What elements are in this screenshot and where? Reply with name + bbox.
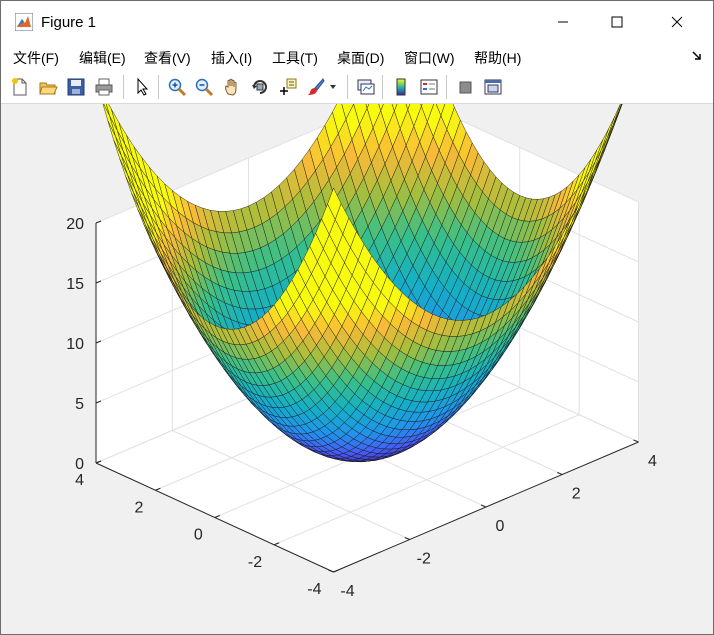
close-button[interactable] — [654, 1, 700, 43]
x-tick-label: 4 — [648, 453, 657, 470]
z-tick-label: 10 — [66, 336, 84, 353]
maximize-button[interactable] — [594, 1, 640, 43]
legend-icon — [420, 79, 438, 95]
z-tick-label: 15 — [66, 276, 84, 293]
show-plot-tools-button[interactable] — [482, 76, 504, 98]
open-file-button[interactable] — [37, 76, 59, 98]
edit-plot-button[interactable] — [131, 76, 153, 98]
y-tick-label: 0 — [194, 527, 203, 544]
menu-window[interactable]: 窗口(W) — [404, 48, 455, 68]
data-cursor-button[interactable] — [277, 76, 299, 98]
zoom-out-button[interactable] — [193, 76, 215, 98]
hide-plot-tools-icon — [459, 81, 472, 94]
menu-view[interactable]: 查看(V) — [144, 48, 191, 68]
toolbar-separator — [158, 75, 159, 99]
dock-arrow-icon[interactable] — [691, 49, 703, 63]
zoom-in-button[interactable] — [166, 76, 188, 98]
pan-hand-icon — [225, 78, 237, 96]
open-file-icon — [39, 82, 58, 95]
data-cursor-icon — [280, 78, 297, 95]
print-button[interactable] — [93, 76, 115, 98]
maximize-icon — [611, 16, 623, 28]
surface-plot[interactable]: 05101520420-2-4 -4-2024 — [1, 104, 713, 634]
brush-button[interactable] — [305, 76, 327, 98]
new-figure-button[interactable] — [9, 76, 31, 98]
y-tick-label: -4 — [307, 581, 321, 598]
insert-colorbar-button[interactable] — [390, 76, 412, 98]
brush-dropdown-button[interactable] — [327, 76, 339, 98]
chevron-down-icon — [330, 85, 336, 89]
z-tick-label: 20 — [66, 216, 84, 233]
matlab-icon — [15, 13, 33, 31]
toolbar-separator — [347, 75, 348, 99]
y-tick-label: 2 — [134, 499, 143, 516]
minimize-button[interactable] — [540, 1, 586, 43]
z-tick-label: 5 — [75, 396, 84, 413]
menu-file[interactable]: 文件(F) — [13, 48, 59, 68]
hide-plot-tools-button[interactable] — [454, 76, 476, 98]
title-bar: Figure 1 — [1, 1, 713, 43]
colorbar-icon — [396, 78, 406, 96]
z-tick-label: 0 — [75, 456, 84, 473]
insert-legend-button[interactable] — [418, 76, 440, 98]
menu-bar: 文件(F) 编辑(E) 查看(V) 插入(I) 工具(T) 桌面(D) 窗口(W… — [1, 43, 713, 71]
y-tick-label: -2 — [248, 554, 262, 571]
toolbar-separator — [123, 75, 124, 99]
rotate-3d-button[interactable] — [249, 76, 271, 98]
menu-desktop[interactable]: 桌面(D) — [337, 48, 384, 68]
menu-edit[interactable]: 编辑(E) — [79, 48, 126, 68]
figure-toolbar — [1, 71, 713, 104]
x-tick-label: 2 — [572, 486, 581, 503]
link-plot-icon — [357, 79, 375, 95]
close-icon — [671, 16, 683, 28]
new-figure-icon — [12, 78, 27, 96]
pointer-icon — [137, 77, 149, 96]
rotate-3d-icon — [252, 80, 267, 94]
zoom-in-icon — [168, 78, 187, 97]
surface-patch — [600, 115, 616, 151]
y-tick-label: 4 — [75, 472, 84, 489]
show-plot-tools-icon — [484, 79, 502, 95]
save-icon — [67, 78, 85, 96]
toolbar-separator — [382, 75, 383, 99]
window-title: Figure 1 — [41, 14, 97, 31]
save-button[interactable] — [65, 76, 87, 98]
minimize-icon — [558, 21, 568, 23]
zoom-out-icon — [195, 78, 214, 97]
x-tick-label: 0 — [496, 518, 505, 535]
x-tick-label: -2 — [417, 551, 431, 568]
menu-insert[interactable]: 插入(I) — [211, 48, 252, 68]
print-icon — [95, 78, 113, 96]
pan-button[interactable] — [221, 76, 243, 98]
figure-window: Figure 1 文件(F) 编辑(E) 查看(V) 插入(I) 工具(T) 桌… — [0, 0, 714, 635]
menu-help[interactable]: 帮助(H) — [474, 48, 521, 68]
brush-icon — [308, 78, 325, 95]
figure-canvas: 0 5 10 15 20 4 2 0 -2 -4 -4 -2 0 2 4 — [1, 104, 713, 634]
menu-tools[interactable]: 工具(T) — [272, 48, 318, 68]
toolbar-separator — [446, 75, 447, 99]
link-plot-button[interactable] — [355, 76, 377, 98]
x-tick-label: -4 — [340, 583, 354, 600]
